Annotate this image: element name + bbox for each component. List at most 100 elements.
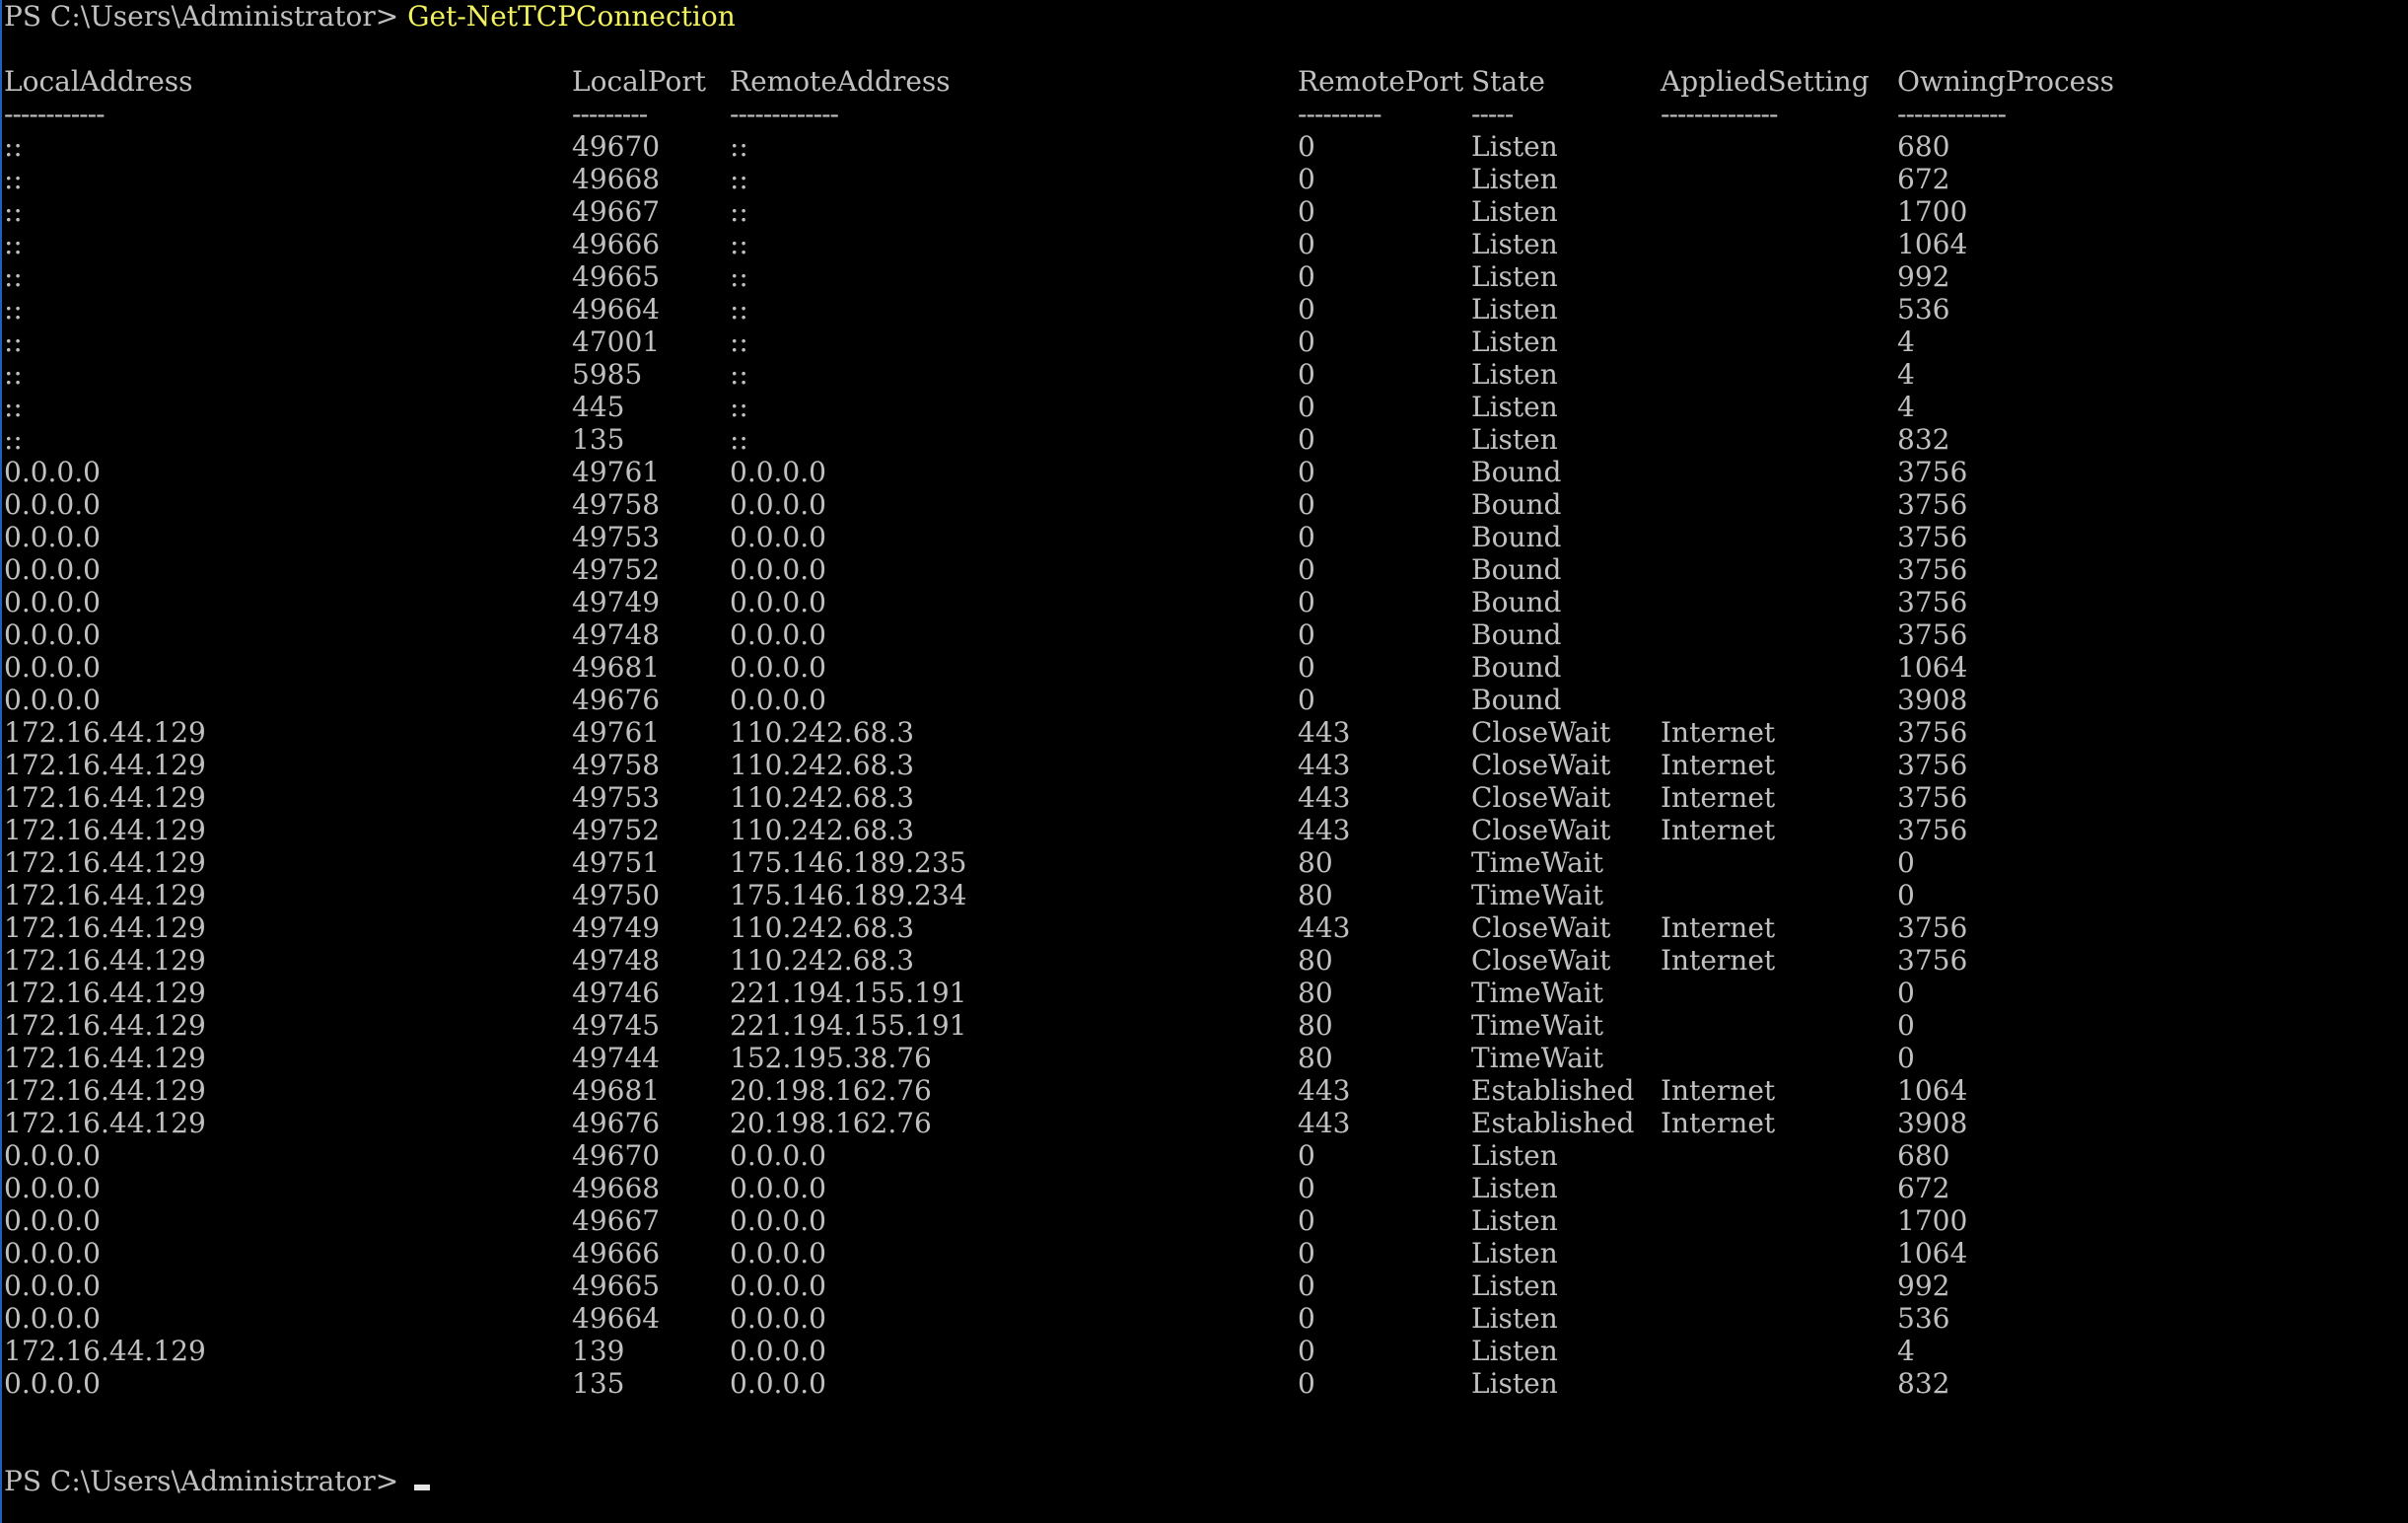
cell-owning-process: 672 [1897,1172,1950,1204]
cell-remote-address: 20.198.162.76 [730,1107,932,1139]
cell-remote-port: 0 [1298,228,1315,260]
cell-remote-address: 20.198.162.76 [730,1074,932,1107]
cell-local-port: 49748 [572,944,661,977]
text-cursor [414,1485,431,1490]
cell-state: Listen [1471,326,1558,358]
header-state: State [1471,65,1545,98]
cell-state: Listen [1471,423,1558,456]
cell-local-port: 49752 [572,814,661,846]
table-row: :: 49667:: 0 Listen 1700 [4,195,2400,228]
table-row: 172.16.44.129 49676 20.198.162.76 443 Establ… [4,1107,2400,1139]
table-row: :: 445:: 0 Listen 4 [4,391,2400,423]
cell-local-address: 172.16.44.129 [4,1335,206,1367]
cell-local-address: :: [4,163,23,195]
cell-local-port: 49753 [572,781,661,814]
cell-remote-port: 0 [1298,651,1315,684]
cell-state: Listen [1471,195,1558,228]
cell-remote-address: 110.242.68.3 [730,814,915,846]
cell-owning-process: 3756 [1897,749,1968,781]
cell-state: Established [1471,1074,1635,1107]
powershell-console-window[interactable]: PS C:\Users\Administrator> Get-NetTCPCon… [0,0,2408,1523]
cell-local-port: 49758 [572,749,661,781]
cell-local-port: 49750 [572,879,661,911]
command-text: Get-NetTCPConnection [407,0,736,33]
cell-local-port: 49667 [572,1204,661,1237]
cell-remote-address: 0.0.0.0 [730,1367,826,1400]
cell-remote-port: 443 [1298,716,1351,749]
table-row: :: 5985:: 0 Listen 4 [4,358,2400,391]
header-local-address: LocalAddress [4,65,193,98]
cell-local-port: 49752 [572,553,661,586]
cell-owning-process: 3756 [1897,944,1968,977]
cell-owning-process: 4 [1897,1335,1915,1367]
cell-remote-address: 175.146.189.235 [730,846,967,879]
cell-local-address: 172.16.44.129 [4,814,206,846]
cell-applied-setting: Internet [1661,1074,1776,1107]
cell-remote-port: 0 [1298,1302,1315,1335]
cell-local-port: 49681 [572,1074,661,1107]
cell-state: TimeWait [1471,977,1603,1009]
cell-owning-process: 832 [1897,1367,1950,1400]
cell-remote-address: 110.242.68.3 [730,716,915,749]
cell-remote-port: 0 [1298,260,1315,293]
cell-local-address: :: [4,358,23,391]
table-row: 0.0.0.0 49748 0.0.0.0 0 Bound 3756 [4,618,2400,651]
table-row: 0.0.0.0 49681 0.0.0.0 0 Bound 1064 [4,651,2400,684]
cell-remote-port: 443 [1298,1107,1351,1139]
cell-state: Listen [1471,293,1558,326]
table-row: 172.16.44.129 49752 110.242.68.3 443 CloseWa… [4,814,2400,846]
cell-local-address: 172.16.44.129 [4,716,206,749]
cell-remote-port: 0 [1298,326,1315,358]
cell-remote-address: 0.0.0.0 [730,1172,826,1204]
cell-state: Listen [1471,260,1558,293]
cell-remote-address: :: [730,130,748,163]
cell-state: CloseWait [1471,911,1611,944]
cell-applied-setting: Internet [1661,944,1776,977]
cell-local-address: 172.16.44.129 [4,846,206,879]
cell-local-address: 0.0.0.0 [4,456,101,488]
table-row: :: 49668:: 0 Listen 672 [4,163,2400,195]
cell-local-address: :: [4,130,23,163]
cell-local-address: 0.0.0.0 [4,1269,101,1302]
cell-local-address: 172.16.44.129 [4,781,206,814]
cell-remote-port: 80 [1298,846,1333,879]
separator-applied-setting: -------------- [1661,98,1778,130]
cell-state: Listen [1471,1367,1558,1400]
cell-state: CloseWait [1471,781,1611,814]
active-prompt-line[interactable]: PS C:\Users\Administrator> [4,1465,2400,1497]
cell-remote-address: 0.0.0.0 [730,1302,826,1335]
cell-local-address: 0.0.0.0 [4,488,101,521]
table-row: :: 49670:: 0 Listen 680 [4,130,2400,163]
cell-local-address: 0.0.0.0 [4,1302,101,1335]
cell-remote-address: :: [730,293,748,326]
cell-owning-process: 1064 [1897,228,1968,260]
cell-remote-port: 0 [1298,586,1315,618]
header-applied-setting: AppliedSetting [1661,65,1870,98]
cell-local-address: 172.16.44.129 [4,911,206,944]
cell-local-address: :: [4,260,23,293]
cell-owning-process: 3756 [1897,456,1968,488]
table-row: :: 47001:: 0 Listen 4 [4,326,2400,358]
cell-owning-process: 0 [1897,1042,1915,1074]
separator-remote-address: ------------- [730,98,839,130]
cell-remote-port: 0 [1298,1269,1315,1302]
cell-remote-port: 80 [1298,944,1333,977]
cell-owning-process: 1700 [1897,195,1968,228]
cell-owning-process: 680 [1897,130,1950,163]
cell-local-address: 0.0.0.0 [4,586,101,618]
cell-owning-process: 0 [1897,846,1915,879]
table-row: 0.0.0.0 49758 0.0.0.0 0 Bound 3756 [4,488,2400,521]
cell-local-port: 49744 [572,1042,661,1074]
cell-owning-process: 536 [1897,1302,1950,1335]
cell-local-address: 0.0.0.0 [4,1172,101,1204]
cell-state: Bound [1471,488,1562,521]
cell-state: Listen [1471,1139,1558,1172]
cell-local-port: 49746 [572,977,661,1009]
cell-remote-address: 0.0.0.0 [730,1139,826,1172]
table-row: 172.16.44.129 139 0.0.0.0 0 Listen 4 [4,1335,2400,1367]
cell-local-port: 135 [572,1367,625,1400]
table-row: 172.16.44.129 49681 20.198.162.76 443 Establ… [4,1074,2400,1107]
cell-local-port: 49753 [572,521,661,553]
